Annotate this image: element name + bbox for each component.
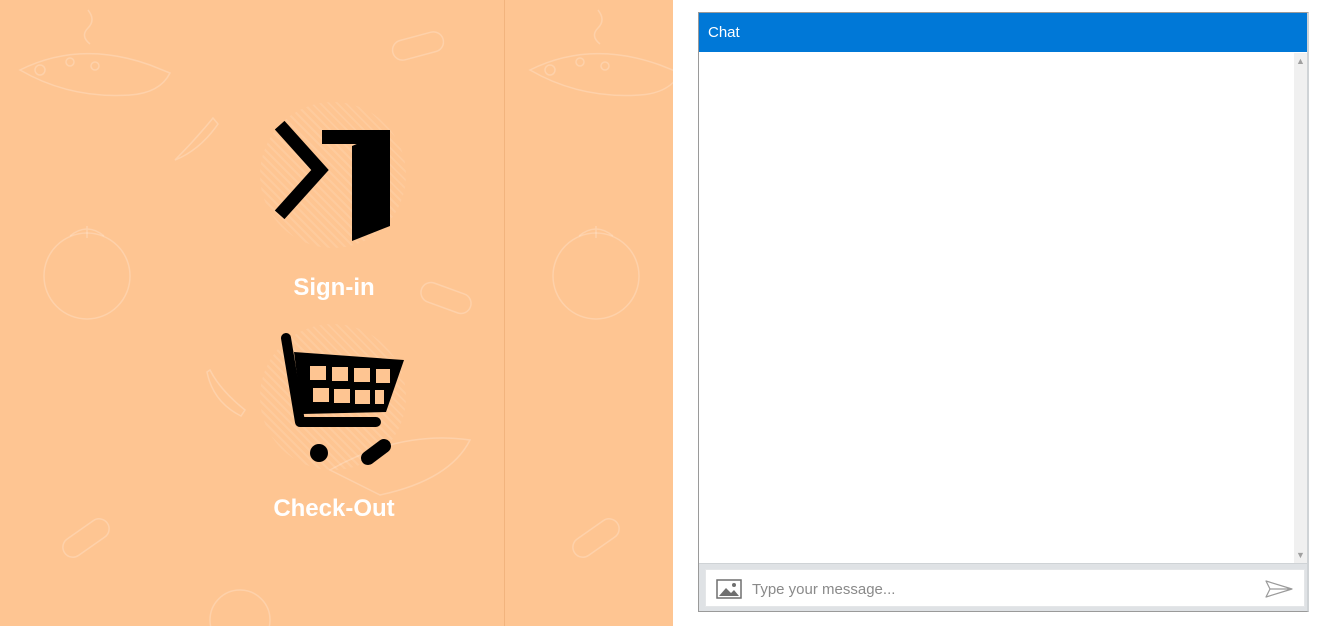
scroll-up-icon[interactable]: ▲ bbox=[1294, 55, 1307, 68]
chat-window: Chat ▲ ▼ bbox=[698, 12, 1309, 612]
chat-title-bar: Chat bbox=[699, 13, 1307, 52]
sign-in-button[interactable]: Sign-in bbox=[258, 100, 410, 305]
scroll-down-icon[interactable]: ▼ bbox=[1294, 549, 1307, 562]
chat-composer bbox=[699, 563, 1307, 611]
chat-message-list[interactable] bbox=[699, 53, 1295, 564]
food-doodle-background bbox=[18, 9, 673, 626]
check-out-label: Check-Out bbox=[273, 495, 395, 522]
shopping-cart-icon bbox=[281, 333, 404, 465]
panel-divider bbox=[504, 0, 505, 626]
check-out-button[interactable]: Check-Out bbox=[258, 322, 410, 527]
send-icon[interactable] bbox=[1264, 579, 1294, 599]
image-icon[interactable] bbox=[716, 579, 742, 599]
chat-scrollbar[interactable]: ▲ ▼ bbox=[1294, 53, 1307, 564]
kiosk-panel: Sign-in Check-Out bbox=[0, 0, 673, 626]
message-input[interactable] bbox=[752, 576, 1252, 602]
sign-in-label: Sign-in bbox=[293, 274, 375, 301]
message-input-box bbox=[705, 569, 1305, 607]
chat-title: Chat bbox=[708, 24, 740, 41]
sign-in-icon bbox=[274, 120, 390, 241]
